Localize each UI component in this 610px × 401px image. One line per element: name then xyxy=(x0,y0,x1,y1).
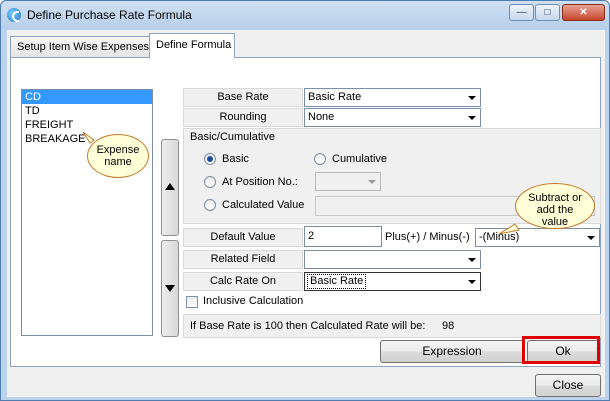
subtract-add-callout: Subtract or add the value xyxy=(515,183,595,229)
subtract-add-callout-text: Subtract or add the value xyxy=(528,192,582,228)
tab-setup-item-wise-expenses[interactable]: Setup Item Wise Expenses xyxy=(10,36,150,57)
cumulative-radio[interactable] xyxy=(314,153,326,165)
rounding-value: None xyxy=(308,111,335,123)
dialog-body: Setup Item Wise Expenses Define Formula … xyxy=(7,30,605,397)
expense-name-callout: Expense name xyxy=(87,134,149,178)
calculated-rate-value: 98 xyxy=(442,320,455,332)
chevron-down-icon xyxy=(464,251,480,268)
define-formula-panel: CD TD FREIGHT BREAKAGE Base Rate Basic R… xyxy=(10,57,601,367)
rounding-select[interactable]: None xyxy=(304,108,481,127)
minimize-button[interactable]: — xyxy=(509,4,534,21)
expense-listbox[interactable]: CD TD FREIGHT BREAKAGE xyxy=(21,89,153,336)
calculated-rate-text: If Base Rate is 100 then Calculated Rate… xyxy=(190,320,426,332)
calc-rate-on-select[interactable]: Basic Rate xyxy=(304,272,481,291)
list-item[interactable]: CD xyxy=(22,90,152,104)
window-title: Define Purchase Rate Formula xyxy=(27,8,192,22)
calculated-rate-info: If Base Rate is 100 then Calculated Rate… xyxy=(183,314,601,338)
close-window-button[interactable]: ✕ xyxy=(562,4,605,21)
chevron-down-icon xyxy=(464,109,480,126)
calc-rate-on-value: Basic Rate xyxy=(306,274,367,289)
arrow-up-icon xyxy=(165,183,175,190)
inclusive-calculation-label: Inclusive Calculation xyxy=(203,295,304,307)
plus-minus-label: Plus(+) / Minus(-) xyxy=(385,231,470,243)
related-field-label: Related Field xyxy=(183,250,303,269)
calculated-value-radio[interactable] xyxy=(204,199,216,211)
maximize-button[interactable]: □ xyxy=(535,4,560,21)
position-number-select[interactable] xyxy=(315,172,381,191)
base-rate-select[interactable]: Basic Rate xyxy=(304,88,481,107)
expense-name-callout-text: Expense name xyxy=(96,144,140,168)
chevron-down-icon xyxy=(464,89,480,106)
basic-radio-label: Basic xyxy=(222,153,249,165)
group-title: Basic/Cumulative xyxy=(190,131,275,143)
list-item[interactable]: TD xyxy=(22,104,152,118)
plus-minus-select[interactable]: -(Minus) xyxy=(475,228,600,247)
app-icon xyxy=(7,8,21,22)
arrow-down-icon xyxy=(165,285,175,292)
base-rate-label: Base Rate xyxy=(183,88,303,107)
move-up-button[interactable] xyxy=(161,139,179,236)
base-rate-value: Basic Rate xyxy=(308,91,362,103)
rounding-label: Rounding xyxy=(183,108,303,127)
default-value-input[interactable]: 2 xyxy=(304,226,382,247)
default-value-label: Default Value xyxy=(183,228,303,247)
at-position-label: At Position No.: xyxy=(222,176,298,188)
chevron-down-icon xyxy=(364,173,380,190)
move-down-button[interactable] xyxy=(161,240,179,337)
inclusive-calculation-checkbox[interactable] xyxy=(186,296,198,308)
callout-pointer xyxy=(82,131,95,144)
callout-pointer xyxy=(498,223,520,235)
chevron-down-icon xyxy=(583,229,599,246)
chevron-down-icon xyxy=(464,273,480,290)
calculated-value-label: Calculated Value xyxy=(222,199,305,211)
calc-rate-on-label: Calc Rate On xyxy=(183,272,303,291)
related-field-select[interactable] xyxy=(304,250,481,269)
basic-radio[interactable] xyxy=(204,153,216,165)
close-button[interactable]: Close xyxy=(535,374,601,397)
expression-button[interactable]: Expression xyxy=(380,340,524,363)
dialog-window: Define Purchase Rate Formula — □ ✕ Setup… xyxy=(0,0,610,401)
title-bar[interactable]: Define Purchase Rate Formula — □ ✕ xyxy=(1,1,609,29)
ok-highlight-box xyxy=(522,336,600,364)
cumulative-radio-label: Cumulative xyxy=(332,153,388,165)
at-position-radio[interactable] xyxy=(204,176,216,188)
tab-define-formula[interactable]: Define Formula xyxy=(149,33,235,58)
